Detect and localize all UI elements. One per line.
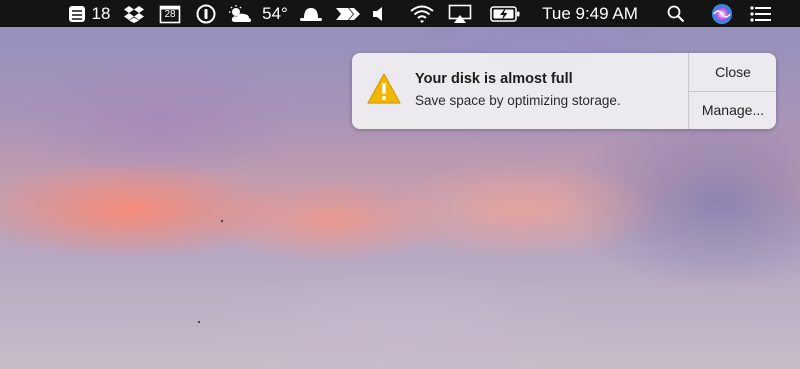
disk-full-notification[interactable]: Your disk is almost full Save space by o… xyxy=(352,53,776,129)
dropbox-icon[interactable] xyxy=(122,0,146,27)
spotlight-icon[interactable] xyxy=(665,0,687,27)
notification-actions: Close Manage... xyxy=(688,53,776,129)
siri-icon[interactable] xyxy=(710,0,734,27)
desktop-speck xyxy=(221,220,223,222)
todoist-icon[interactable] xyxy=(66,0,88,27)
1password-icon[interactable] xyxy=(194,0,218,27)
weather-icon[interactable] xyxy=(226,0,254,27)
manage-button[interactable]: Manage... xyxy=(689,91,776,129)
temperature: 54° xyxy=(262,3,288,23)
calendar-icon[interactable]: 28 xyxy=(158,0,182,27)
volume-icon[interactable] xyxy=(370,0,388,27)
menubar-clock[interactable]: Tue 9:49 AM xyxy=(535,0,645,27)
todoist-count: 18 xyxy=(91,3,111,23)
warning-icon xyxy=(366,71,402,107)
hat-icon[interactable] xyxy=(298,0,324,27)
close-button[interactable]: Close xyxy=(689,53,776,92)
desktop-speck xyxy=(198,321,200,323)
flyover-icon[interactable] xyxy=(334,0,362,27)
menu-bar: 18 28 54° Tue 9:49 AM xyxy=(0,0,800,27)
calendar-day: 28 xyxy=(164,9,176,20)
notification-body: Save space by optimizing storage. xyxy=(415,93,621,108)
battery-icon[interactable] xyxy=(489,0,521,27)
wifi-icon[interactable] xyxy=(408,0,436,27)
notification-center-icon[interactable] xyxy=(748,0,774,27)
airplay-icon[interactable] xyxy=(447,0,473,27)
notification-title: Your disk is almost full xyxy=(415,71,573,87)
